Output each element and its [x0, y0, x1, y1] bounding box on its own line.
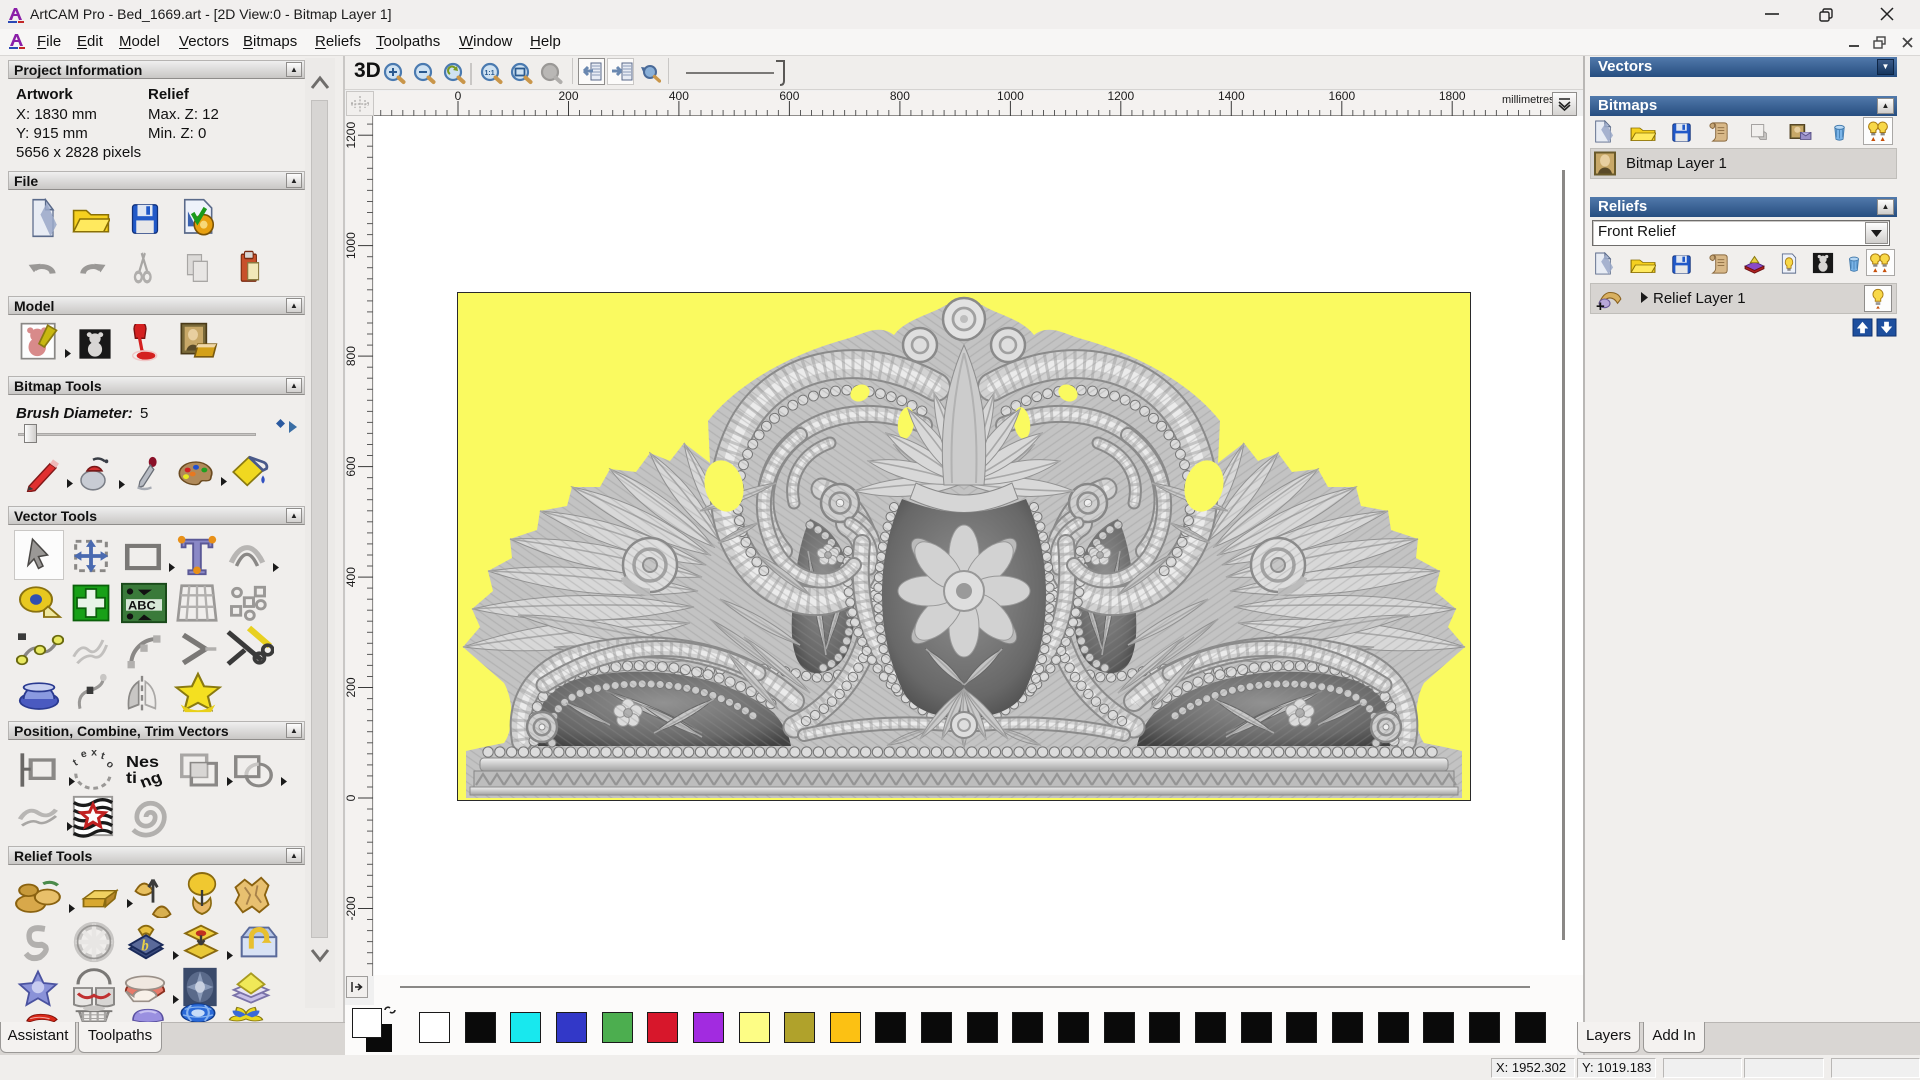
svg-text:600: 600 — [346, 456, 358, 476]
svg-text:800: 800 — [346, 346, 358, 366]
svg-text:0: 0 — [346, 794, 358, 801]
svg-text:800: 800 — [890, 91, 910, 103]
svg-text:ti: ti — [126, 769, 137, 787]
svg-text:400: 400 — [346, 567, 358, 587]
svg-text:-200: -200 — [346, 896, 358, 920]
svg-text:0: 0 — [455, 91, 462, 103]
svg-text:x: x — [91, 748, 97, 758]
svg-text:400: 400 — [669, 91, 689, 103]
svg-text:200: 200 — [346, 677, 358, 697]
svg-text:1200: 1200 — [1107, 91, 1134, 103]
svg-text:t: t — [99, 751, 106, 762]
svg-text:1200: 1200 — [346, 122, 358, 149]
svg-text:millimetres: millimetres — [1502, 94, 1553, 106]
svg-text:e: e — [80, 749, 88, 761]
svg-text:ABC: ABC — [128, 599, 156, 613]
svg-text:1:1: 1:1 — [485, 70, 495, 77]
svg-text:200: 200 — [558, 91, 578, 103]
svg-text:1800: 1800 — [1439, 91, 1466, 103]
svg-text:o: o — [104, 759, 116, 771]
svg-text:ng: ng — [137, 768, 165, 790]
svg-text:b: b — [141, 938, 149, 954]
svg-text:600: 600 — [779, 91, 799, 103]
svg-text:1000: 1000 — [346, 232, 358, 259]
svg-text:1000: 1000 — [997, 91, 1024, 103]
svg-text:1400: 1400 — [1218, 91, 1245, 103]
svg-text:t: t — [71, 757, 80, 768]
svg-text:1600: 1600 — [1328, 91, 1355, 103]
